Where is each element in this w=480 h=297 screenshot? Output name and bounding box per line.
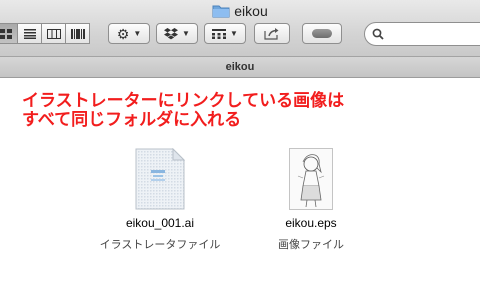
annotation-line-2: すべて同じフォルダに入れる bbox=[22, 110, 242, 129]
tag-icon bbox=[312, 29, 332, 38]
file-name: eikou.eps bbox=[285, 216, 337, 230]
action-menu-button[interactable]: ⚙ ▼ bbox=[108, 23, 150, 44]
list-view-button[interactable] bbox=[18, 23, 42, 44]
image-file-thumbnail bbox=[289, 148, 333, 210]
chevron-down-icon: ▼ bbox=[182, 29, 190, 38]
chevron-down-icon: ▼ bbox=[133, 29, 142, 38]
search-input[interactable] bbox=[387, 26, 480, 44]
window-title: eikou bbox=[0, 1, 480, 21]
arrange-grid-icon bbox=[212, 28, 227, 39]
column-view-button[interactable] bbox=[42, 23, 66, 44]
share-button[interactable] bbox=[254, 23, 290, 44]
path-bar: eikou bbox=[0, 57, 480, 78]
illustrator-file-icon bbox=[135, 147, 186, 210]
gear-icon: ⚙ bbox=[116, 25, 130, 42]
file-name: eikou_001.ai bbox=[125, 216, 195, 230]
file-kind: 画像ファイル bbox=[278, 239, 344, 251]
list-view-icon bbox=[23, 28, 36, 39]
icon-view-button[interactable] bbox=[0, 23, 18, 44]
icon-view-icon bbox=[0, 28, 12, 39]
annotation-text: イラストレーターにリンクしている画像は すべて同じフォルダに入れる bbox=[22, 91, 462, 129]
window-title-text: eikou bbox=[234, 3, 268, 19]
dropbox-icon bbox=[164, 27, 179, 39]
file-kind: イラストレータファイル bbox=[99, 239, 221, 251]
search-field[interactable] bbox=[364, 22, 480, 46]
view-mode-control[interactable] bbox=[0, 23, 90, 44]
annotation-line-1: イラストレーターにリンクしている画像は bbox=[22, 91, 345, 110]
arrange-menu-button[interactable]: ▼ bbox=[204, 23, 246, 44]
search-icon bbox=[372, 28, 384, 40]
path-bar-label: eikou bbox=[225, 61, 255, 73]
coverflow-view-button[interactable] bbox=[66, 23, 90, 44]
folder-icon bbox=[212, 5, 230, 18]
dropbox-menu-button[interactable]: ▼ bbox=[156, 23, 198, 44]
file-item-ai[interactable]: eikou_001.ai イラストレータファイル bbox=[90, 147, 230, 252]
file-item-eps[interactable]: eikou.eps 画像ファイル bbox=[241, 148, 381, 252]
column-view-icon bbox=[46, 28, 61, 39]
coverflow-view-icon bbox=[70, 28, 85, 39]
chevron-down-icon: ▼ bbox=[230, 29, 238, 38]
share-icon bbox=[264, 28, 279, 40]
window-toolbar: eikou ⚙ ▼ ▼ ▼ bbox=[0, 0, 480, 57]
tags-button[interactable] bbox=[302, 23, 342, 44]
